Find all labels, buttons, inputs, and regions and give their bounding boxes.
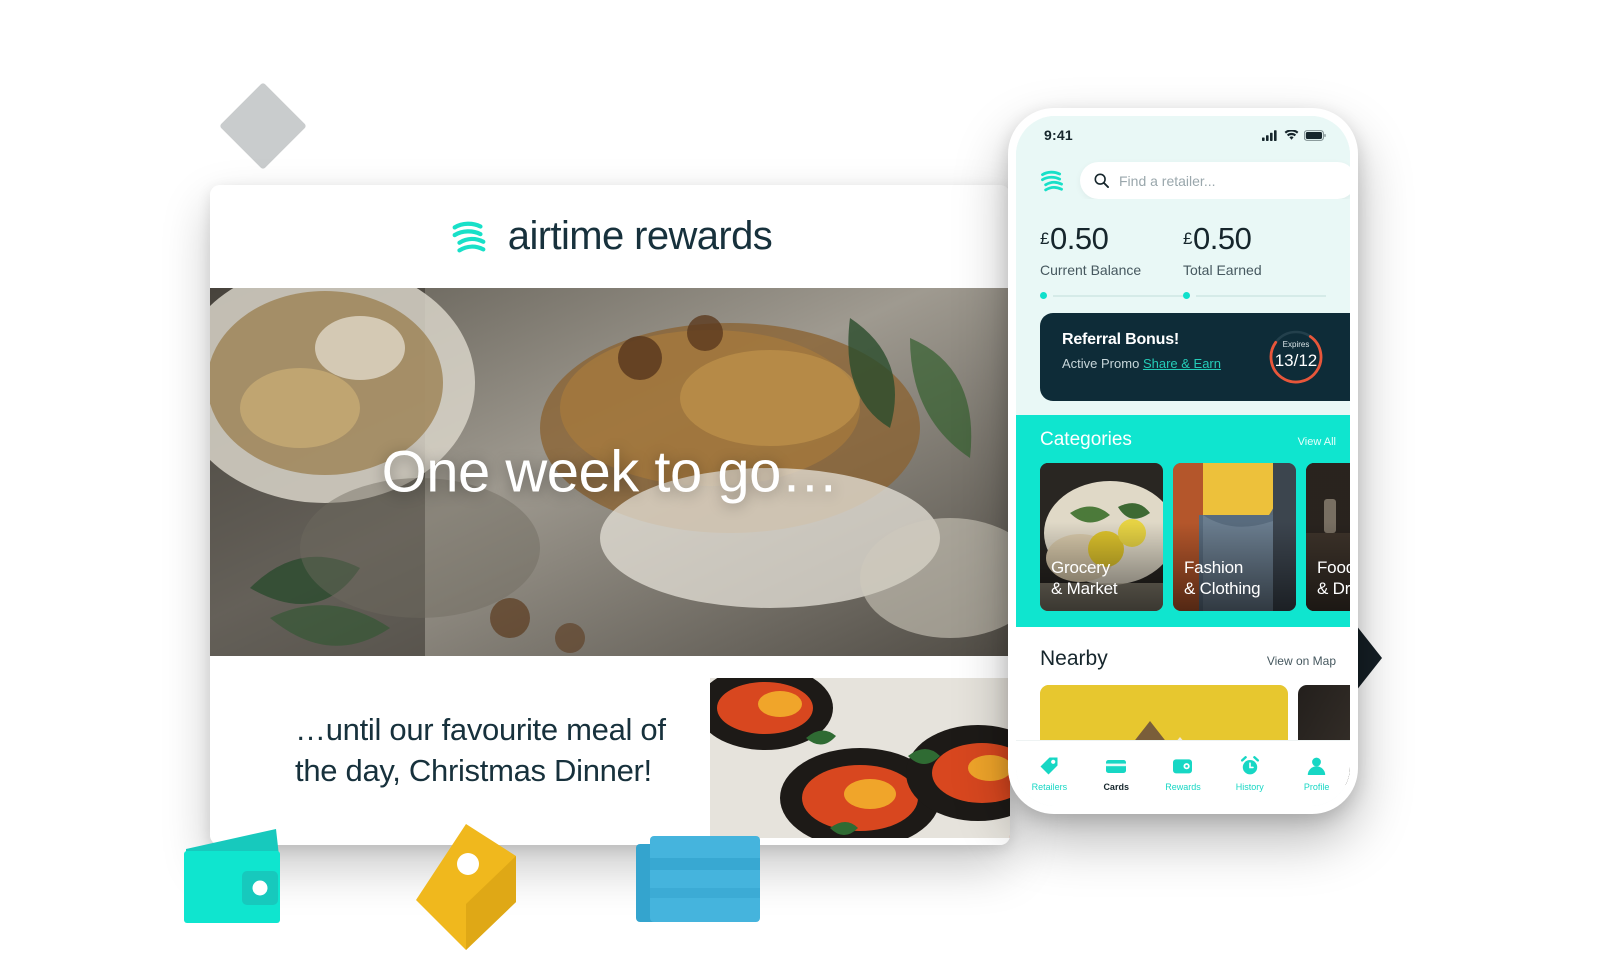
expiry-date: 13/12 bbox=[1274, 351, 1318, 370]
status-bar: 9:41 bbox=[1016, 116, 1350, 148]
balance-progress-indicators bbox=[1016, 278, 1350, 299]
window-header: airtime rewards bbox=[210, 185, 1010, 288]
wallet-decoration-icon bbox=[184, 829, 280, 923]
categories-list[interactable]: Grocery & Market Fashion & Clothing Foo … bbox=[1040, 463, 1350, 611]
referral-bonus-card[interactable]: Referral Bonus! Active Promo Share & Ear… bbox=[1040, 313, 1350, 401]
tab-label: Profile bbox=[1303, 782, 1330, 792]
category-name: Fashion & Clothing bbox=[1184, 557, 1290, 599]
category-name-line1: Fashion bbox=[1184, 557, 1244, 577]
nearby-title: Nearby bbox=[1040, 647, 1108, 670]
tab-profile[interactable]: Profile bbox=[1283, 755, 1350, 792]
person-icon bbox=[1283, 755, 1350, 777]
balance-current-amount: £0.50 bbox=[1040, 223, 1183, 254]
balance-progress-total bbox=[1183, 292, 1326, 299]
balance-summary: £0.50 Current Balance £0.50 Total Earned bbox=[1016, 199, 1350, 278]
hero-caption: …until our favourite meal of the day, Ch… bbox=[295, 712, 666, 788]
tab-history[interactable]: History bbox=[1216, 755, 1283, 792]
tab-label: History bbox=[1235, 782, 1264, 792]
promo-section: Referral Bonus! Active Promo Share & Ear… bbox=[1016, 299, 1350, 415]
category-name: Grocery & Market bbox=[1051, 557, 1157, 599]
expiry-ring: Expires 13/12 bbox=[1266, 327, 1326, 387]
view-on-map-link[interactable]: View on Map bbox=[1267, 654, 1350, 668]
window-body: …until our favourite meal of the day, Ch… bbox=[210, 656, 1010, 845]
balance-total-label: Total Earned bbox=[1183, 262, 1262, 278]
progress-dot bbox=[1183, 292, 1190, 299]
tag-icon bbox=[1016, 755, 1083, 777]
search-row: Find a retailer... bbox=[1016, 148, 1350, 199]
tab-rewards[interactable]: Rewards bbox=[1150, 755, 1217, 792]
balance-total-amount: £0.50 bbox=[1183, 223, 1326, 254]
phone-mockup: 9:41 Find a retailer... £0.50 Current Ba… bbox=[1008, 108, 1358, 814]
phone-screen: 9:41 Find a retailer... £0.50 Current Ba… bbox=[1016, 116, 1350, 806]
category-name-line2: & Market bbox=[1051, 578, 1118, 598]
promo-composition: airtime rewards One week to go… …until o… bbox=[0, 0, 1600, 980]
cards-stack-decoration-icon bbox=[636, 836, 760, 922]
diamond-decoration bbox=[219, 82, 307, 170]
promo-status: Active Promo bbox=[1062, 356, 1140, 371]
currency-symbol: £ bbox=[1040, 229, 1049, 248]
tab-label: Cards bbox=[1103, 782, 1129, 792]
progress-bar bbox=[1053, 294, 1183, 297]
cellular-signal-icon bbox=[1262, 129, 1277, 141]
expiry-label: Expires bbox=[1282, 340, 1310, 349]
tab-retailers[interactable]: Retailers bbox=[1016, 755, 1083, 792]
category-name: Food & Drink bbox=[1317, 557, 1350, 599]
tab-cards[interactable]: Cards bbox=[1083, 755, 1150, 792]
brand-name: airtime rewards bbox=[507, 214, 773, 258]
balance-current-label: Current Balance bbox=[1040, 262, 1142, 278]
wifi-icon bbox=[1284, 129, 1299, 140]
balance-progress-current bbox=[1040, 292, 1183, 299]
search-input[interactable]: Find a retailer... bbox=[1080, 162, 1350, 199]
categories-section: Categories View All Grocery & Market Fas… bbox=[1016, 415, 1350, 627]
categories-view-all-link[interactable]: View All bbox=[1298, 436, 1350, 448]
secondary-food-photo bbox=[710, 678, 1010, 838]
category-card[interactable]: Grocery & Market bbox=[1040, 463, 1163, 611]
wallet-icon bbox=[1150, 755, 1217, 777]
categories-title: Categories bbox=[1040, 429, 1132, 450]
airtime-wave-logo-icon bbox=[1041, 170, 1063, 191]
progress-dot bbox=[1040, 292, 1047, 299]
airtime-wave-logo-icon bbox=[452, 221, 486, 252]
bottom-tab-bar[interactable]: Retailers Cards Rewards History Profile bbox=[1016, 740, 1350, 806]
status-icons bbox=[1262, 129, 1326, 141]
progress-bar bbox=[1196, 294, 1326, 297]
desktop-window: airtime rewards One week to go… …until o… bbox=[210, 185, 1010, 845]
category-card[interactable]: Fashion & Clothing bbox=[1173, 463, 1296, 611]
balance-value: 0.50 bbox=[1192, 221, 1252, 256]
category-name-line1: Food bbox=[1317, 557, 1350, 577]
balance-current: £0.50 Current Balance bbox=[1040, 223, 1183, 278]
hero-banner: One week to go… bbox=[210, 288, 1010, 656]
balance-value: 0.50 bbox=[1049, 221, 1109, 256]
brand-lockup: airtime rewards bbox=[448, 214, 773, 259]
search-placeholder: Find a retailer... bbox=[1119, 172, 1216, 189]
hero-headline: One week to go… bbox=[381, 439, 839, 505]
nearby-header: Nearby View on Map bbox=[1040, 647, 1350, 671]
alarm-clock-icon bbox=[1216, 755, 1283, 777]
category-name-line2: & Clothing bbox=[1184, 578, 1261, 598]
card-icon bbox=[1083, 755, 1150, 777]
tab-label: Rewards bbox=[1165, 782, 1201, 792]
category-name-line1: Grocery bbox=[1051, 557, 1111, 577]
status-time: 9:41 bbox=[1044, 127, 1073, 143]
category-card[interactable]: Food & Drink bbox=[1306, 463, 1350, 611]
search-icon bbox=[1094, 173, 1109, 188]
categories-header: Categories View All bbox=[1040, 429, 1350, 451]
currency-symbol: £ bbox=[1183, 229, 1192, 248]
balance-total: £0.50 Total Earned bbox=[1183, 223, 1326, 278]
battery-icon bbox=[1304, 129, 1326, 141]
category-name-line2: & Drink bbox=[1317, 578, 1350, 598]
share-and-earn-link[interactable]: Share & Earn bbox=[1143, 356, 1221, 371]
tab-label: Retailers bbox=[1031, 782, 1068, 792]
